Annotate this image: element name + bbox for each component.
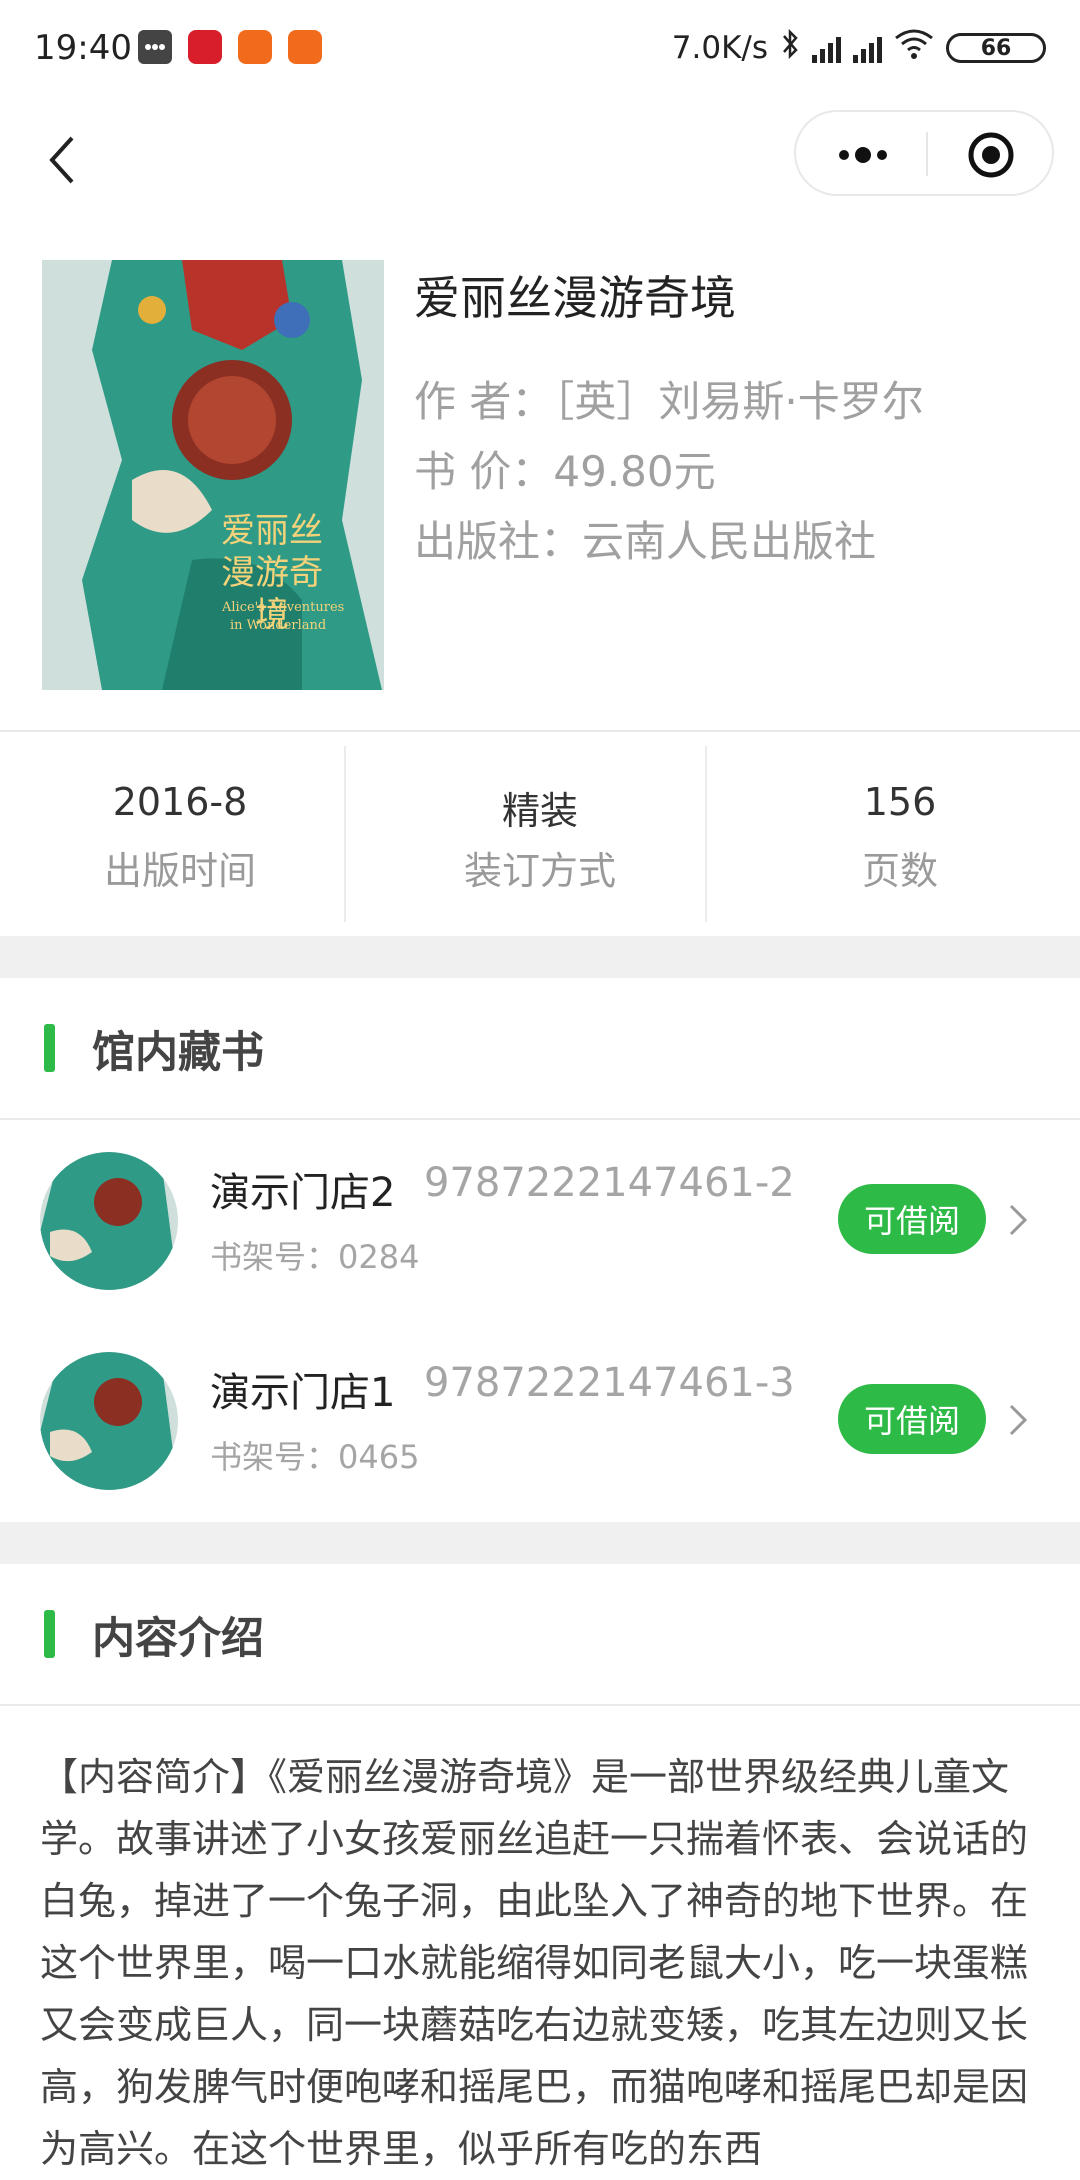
- netease-icon: [188, 30, 222, 64]
- battery-icon: 66: [946, 33, 1046, 63]
- branch-name: 演示门店1: [210, 1370, 396, 1416]
- book-barcode: 9787222147461-2: [424, 1160, 795, 1206]
- chevron-right-icon[interactable]: [1006, 1402, 1030, 1438]
- book-thumbnail: [40, 1152, 178, 1290]
- stat-binding: 精装 装订方式: [360, 780, 720, 895]
- stat-label: 出版时间: [103, 849, 256, 893]
- stat-value: 2016-8: [112, 780, 248, 824]
- borrow-status-button[interactable]: 可借阅: [838, 1184, 986, 1254]
- status-right: 7.0K/s 66: [672, 26, 1046, 70]
- stat-publish-date: 2016-8 出版时间: [0, 780, 360, 895]
- stat-value: 156: [863, 780, 937, 824]
- book-price: 书 价：49.80元: [414, 447, 716, 496]
- intro-text: 【内容简介】《爱丽丝漫游奇境》是一部世界级经典儿童文学。故事讲述了小女孩爱丽丝追…: [40, 1755, 1029, 2171]
- stat-divider: [705, 746, 707, 922]
- holding-item[interactable]: 演示门店2 9787222147461-2 书架号：0284 可借阅: [0, 1152, 1080, 1312]
- wifi-icon: [894, 28, 934, 68]
- stat-label: 页数: [861, 849, 938, 893]
- shelf-number: 书架号：0284: [210, 1238, 420, 1276]
- divider: [0, 1704, 1080, 1706]
- book-publisher: 出版社：云南人民出版社: [414, 517, 877, 566]
- navigation-bar: [0, 100, 1080, 220]
- cover-subtitle-2: in Wonderland: [230, 618, 327, 633]
- target-icon[interactable]: [966, 130, 1016, 180]
- cover-subtitle-1: Alice's Adventures: [222, 600, 345, 615]
- capsule-divider: [926, 132, 928, 176]
- book-thumbnail: [40, 1352, 178, 1490]
- mi-icon: [238, 30, 272, 64]
- section-accent: [44, 1610, 55, 1658]
- status-time: 19:40: [34, 28, 132, 68]
- borrow-status-button[interactable]: 可借阅: [838, 1384, 986, 1454]
- status-bar: 19:40 7.0K/s 66: [0, 0, 1080, 100]
- mini-program-capsule: [794, 110, 1054, 196]
- stat-pages: 156 页数: [720, 780, 1080, 895]
- network-speed: 7.0K/s: [671, 30, 768, 66]
- divider: [0, 1118, 1080, 1120]
- more-dots-icon[interactable]: [836, 142, 890, 168]
- stat-divider: [344, 746, 346, 922]
- divider: [0, 730, 1080, 732]
- holding-item[interactable]: 演示门店1 9787222147461-3 书架号：0465 可借阅: [0, 1352, 1080, 1512]
- bluetooth-icon: [780, 28, 800, 68]
- signal-icon: [853, 33, 882, 63]
- book-barcode: 9787222147461-3: [424, 1360, 795, 1406]
- book-author: 作 者：［英］刘易斯·卡罗尔: [414, 377, 924, 426]
- section-gap: [0, 1522, 1080, 1564]
- section-accent: [44, 1024, 55, 1072]
- book-cover: 爱丽丝漫游奇境 Alice's Adventures in Wonderland: [42, 260, 384, 690]
- book-title: 爱丽丝漫游奇境: [414, 271, 736, 325]
- section-title-holdings: 馆内藏书: [92, 1028, 264, 1078]
- chevron-left-icon[interactable]: [40, 130, 90, 190]
- shelf-number: 书架号：0465: [210, 1438, 420, 1476]
- signal-icon: [812, 33, 841, 63]
- stat-value: 精装: [501, 789, 578, 833]
- mi-icon: [288, 30, 322, 64]
- section-gap: [0, 936, 1080, 978]
- chevron-right-icon[interactable]: [1006, 1202, 1030, 1238]
- section-title-intro: 内容介绍: [92, 1614, 264, 1664]
- message-icon: [138, 30, 172, 64]
- stat-label: 装订方式: [463, 849, 616, 893]
- branch-name: 演示门店2: [210, 1170, 396, 1216]
